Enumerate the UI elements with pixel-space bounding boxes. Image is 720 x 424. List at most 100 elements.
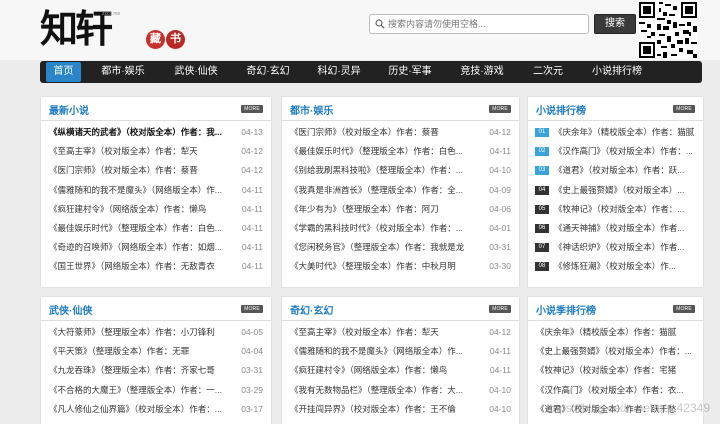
book-title[interactable]: 《大符篆师》（整理版全本）作者：小刀锋利 <box>49 323 235 342</box>
rank-item[interactable]: 01 《庆余年》（精校版全本）作者：猫腻 <box>528 123 703 142</box>
book-title[interactable]: 《最佳娱乐时代》（整理版全本）作者：白色... <box>290 142 483 161</box>
list-item[interactable]: 《开挂闯异界》（校对版全本）作者：王不倫 04-10 <box>282 400 519 419</box>
site-logo[interactable]: 知轩 zxcs.me 藏 书 <box>40 6 190 52</box>
rank-item[interactable]: 04 《史上最强赘婿》（校对版全本）... <box>528 181 703 200</box>
book-title[interactable]: 《牧神记》（校对版全本）作者：宅猪 <box>536 361 697 380</box>
rank-item[interactable]: 06 《通天神捕》（校对版全本）作者... <box>528 219 703 238</box>
more-button[interactable]: MORE <box>673 305 695 313</box>
book-title[interactable]: 《儒雅随和的我不是魔头》（网络版全本）作... <box>49 181 235 200</box>
book-title[interactable]: 《凡人修仙之仙界篇》（校对版全本）作者：... <box>49 400 235 419</box>
panel-title[interactable]: 小说季排行榜 <box>536 302 596 317</box>
panel-title[interactable]: 最新小说 <box>49 102 89 117</box>
list-item[interactable]: 《医门宗师》（校对版全本）作者：蔡晋 04-12 <box>282 123 519 142</box>
list-item[interactable]: 《至高主宰》（校对版全本）作者：犁天 04-12 <box>282 323 519 342</box>
book-title[interactable]: 《奇迹的召唤师》（网络版全本）作者：如烟... <box>49 238 235 257</box>
list-item[interactable]: 《我有无数物品栏》（整理版全本）作者：大... 04-10 <box>282 381 519 400</box>
book-title[interactable]: 《庆余年》（精校版全本）作者：猫腻 <box>554 123 697 142</box>
search-button[interactable]: 搜索 <box>594 14 636 34</box>
nav-item-wuxia[interactable]: 武侠·仙侠 <box>167 61 225 83</box>
book-title[interactable]: 《道君》（校对版全本）作者：跃... <box>554 161 697 180</box>
book-title[interactable]: 《至高主宰》（校对版全本）作者：犁天 <box>49 142 235 161</box>
list-item[interactable]: 《大符篆师》（整理版全本）作者：小刀锋利 04-05 <box>41 323 271 342</box>
book-title[interactable]: 《平天策》（整理版全本）作者：无罪 <box>49 342 235 361</box>
book-title[interactable]: 《疯狂建村令》（网络版全本）作者：懒鸟 <box>49 200 235 219</box>
list-item[interactable]: 《汉作高门》（校对版全本）作者：衣... <box>528 381 703 400</box>
nav-item-games[interactable]: 竞技·游戏 <box>453 61 511 83</box>
list-item[interactable]: 《我真是非洲酋长》（整理版全本）作者：全... 04-09 <box>282 181 519 200</box>
book-title[interactable]: 《至高主宰》（校对版全本）作者：犁天 <box>290 323 483 342</box>
list-item[interactable]: 《平天策》（整理版全本）作者：无罪 04-04 <box>41 342 271 361</box>
book-title[interactable]: 《汉作高门》（校对版全本）作者：衣... <box>536 381 697 400</box>
nav-item-history[interactable]: 历史·军事 <box>381 61 439 83</box>
book-title[interactable]: 《大美时代》（整理版全本）作者：中秋月明 <box>290 257 483 276</box>
nav-item-scifi[interactable]: 科幻·灵异 <box>310 61 368 83</box>
nav-item-ranking[interactable]: 小说排行榜 <box>582 61 652 83</box>
book-title[interactable]: 《不合格的大魔王》（整理版全本）作者：一... <box>49 381 235 400</box>
rank-item[interactable]: 07 《神话织炉》（校对版全本）作者... <box>528 238 703 257</box>
book-title[interactable]: 《年少有为》（整理版全本）作者：阿刀 <box>290 200 483 219</box>
list-item[interactable]: 《疯狂建村令》（网络版全本）作者：懒鸟 04-11 <box>282 361 519 380</box>
book-title[interactable]: 《医门宗师》（校对版全本）作者：蔡晋 <box>290 123 483 142</box>
book-title[interactable]: 《牧神记》（校对版全本）作者：... <box>554 200 697 219</box>
list-item[interactable]: 《九龙吞珠》（整理版全本）作者：齐家七哥 03-31 <box>41 361 271 380</box>
list-item[interactable]: 《凡人修仙之仙界篇》（校对版全本）作者：... 03-17 <box>41 400 271 419</box>
more-button[interactable]: MORE <box>489 105 511 113</box>
book-title[interactable]: 《疯狂建村令》（网络版全本）作者：懒鸟 <box>290 361 483 380</box>
list-item[interactable]: 《最佳娱乐时代》（整理版全本）作者：白色... 04-11 <box>41 219 271 238</box>
list-item[interactable]: 《牧神记》（校对版全本）作者：宅猪 <box>528 361 703 380</box>
book-title[interactable]: 《儒雅随和的我不是魔头》（网络版全本）作... <box>290 342 483 361</box>
more-button[interactable]: MORE <box>241 305 263 313</box>
list-item[interactable]: 《年少有为》（整理版全本）作者：阿刀 04-06 <box>282 200 519 219</box>
list-item[interactable]: 《至高主宰》（校对版全本）作者：犁天 04-12 <box>41 142 271 161</box>
list-item[interactable]: 《不合格的大魔王》（整理版全本）作者：一... 03-29 <box>41 381 271 400</box>
book-title[interactable]: 《庆余年》（精校版全本）作者：猫腻 <box>536 323 697 342</box>
nav-item-acg[interactable]: 二次元 <box>521 61 575 83</box>
rank-item[interactable]: 02 《汉作高门》（校对版全本）作者：... <box>528 142 703 161</box>
book-title[interactable]: 《汉作高门》（校对版全本）作者：... <box>554 142 697 161</box>
list-item[interactable]: 《大美时代》（整理版全本）作者：中秋月明 03-30 <box>282 257 519 276</box>
book-title[interactable]: 《通天神捕》（校对版全本）作者... <box>554 219 697 238</box>
more-button[interactable]: MORE <box>241 105 263 113</box>
list-item[interactable]: 《学霸的黑科技时代》（校对版全本）作者：... 04-01 <box>282 219 519 238</box>
search-input[interactable] <box>388 16 586 32</box>
list-item[interactable]: 《您闲税务官》（整理版全本）作者：我就是龙 03-31 <box>282 238 519 257</box>
book-title[interactable]: 《神话织炉》（校对版全本）作者... <box>554 238 697 257</box>
list-item[interactable]: 《纵横诸天的武者》（校对版全本）作者：我... 04-13 <box>41 123 271 142</box>
list-item[interactable]: 《儒雅随和的我不是魔头》（网络版全本）作... 04-11 <box>282 342 519 361</box>
nav-item-fantasy[interactable]: 奇幻·玄幻 <box>239 61 297 83</box>
book-title[interactable]: 《纵横诸天的武者》（校对版全本）作者：我... <box>49 123 235 142</box>
panel-title[interactable]: 都市·娱乐 <box>290 102 333 117</box>
book-title[interactable]: 《国王世界》（网络版全本）作者：无敌青衣 <box>49 257 235 276</box>
book-title[interactable]: 《学霸的黑科技时代》（校对版全本）作者：... <box>290 219 483 238</box>
more-button[interactable]: MORE <box>489 305 511 313</box>
book-title[interactable]: 《九龙吞珠》（整理版全本）作者：齐家七哥 <box>49 361 235 380</box>
list-item[interactable]: 《国王世界》（网络版全本）作者：无敌青衣 04-11 <box>41 257 271 276</box>
book-title[interactable]: 《别给我刷黑科技啦》（整理版全本）作者：... <box>290 161 483 180</box>
rank-item[interactable]: 05 《牧神记》（校对版全本）作者：... <box>528 200 703 219</box>
book-title[interactable]: 《修炼狂潮》（校对版全本）作... <box>554 257 697 276</box>
book-title[interactable]: 《您闲税务官》（整理版全本）作者：我就是龙 <box>290 238 483 257</box>
list-item[interactable]: 《庆余年》（精校版全本）作者：猫腻 <box>528 323 703 342</box>
book-title[interactable]: 《最佳娱乐时代》（整理版全本）作者：白色... <box>49 219 235 238</box>
nav-item-home[interactable]: 首页 <box>46 62 81 82</box>
list-item[interactable]: 《奇迹的召唤师》（网络版全本）作者：如烟... 04-11 <box>41 238 271 257</box>
panel-title[interactable]: 小说排行榜 <box>536 102 586 117</box>
nav-item-urban[interactable]: 都市·娱乐 <box>94 61 152 83</box>
book-title[interactable]: 《史上最强赘婿》（校对版全本）... <box>554 181 697 200</box>
book-title[interactable]: 《史上最强赘婿》（校对版全本）作者：... <box>536 342 697 361</box>
list-item[interactable]: 《别给我刷黑科技啦》（整理版全本）作者：... 04-10 <box>282 161 519 180</box>
book-title[interactable]: 《开挂闯异界》（校对版全本）作者：王不倫 <box>290 400 483 419</box>
book-title[interactable]: 《我真是非洲酋长》（整理版全本）作者：全... <box>290 181 483 200</box>
list-item[interactable]: 《史上最强赘婿》（校对版全本）作者：... <box>528 342 703 361</box>
panel-title[interactable]: 奇幻·玄幻 <box>290 302 333 317</box>
more-button[interactable]: MORE <box>673 105 695 113</box>
panel-title[interactable]: 武侠·仙侠 <box>49 302 92 317</box>
rank-item[interactable]: 03 《道君》（校对版全本）作者：跃... <box>528 161 703 180</box>
list-item[interactable]: 《医门宗师》（校对版全本）作者：蔡晋 04-12 <box>41 161 271 180</box>
list-item[interactable]: 《疯狂建村令》（网络版全本）作者：懒鸟 04-11 <box>41 200 271 219</box>
list-item[interactable]: 《儒雅随和的我不是魔头》（网络版全本）作... 04-11 <box>41 181 271 200</box>
rank-item[interactable]: 08 《修炼狂潮》（校对版全本）作... <box>528 257 703 276</box>
book-title[interactable]: 《我有无数物品栏》（整理版全本）作者：大... <box>290 381 483 400</box>
book-title[interactable]: 《医门宗师》（校对版全本）作者：蔡晋 <box>49 161 235 180</box>
list-item[interactable]: 《最佳娱乐时代》（整理版全本）作者：白色... 04-11 <box>282 142 519 161</box>
